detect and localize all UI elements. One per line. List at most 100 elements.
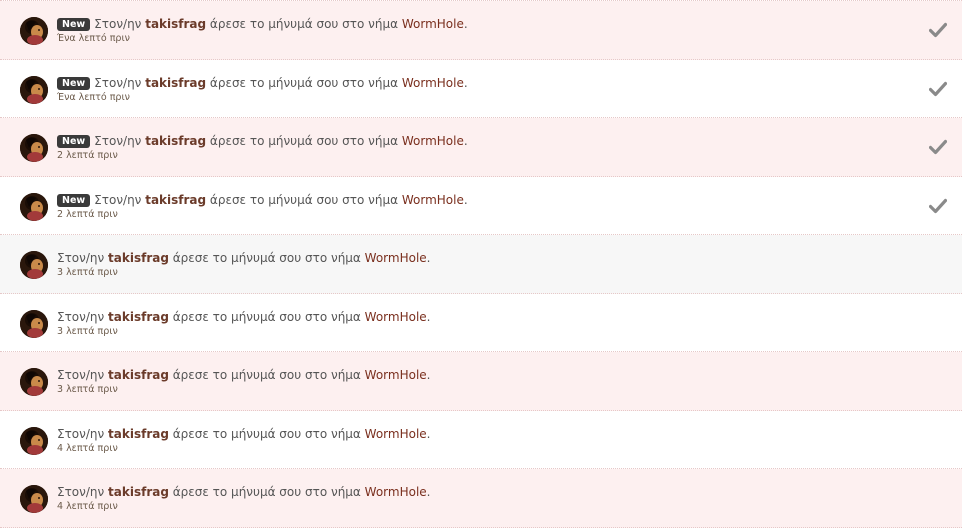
alert-content: New Στον/ην takisfrag άρεσε το μήνυμά σου…	[57, 192, 902, 221]
username-link[interactable]: takisfrag	[145, 193, 206, 207]
username-link[interactable]: takisfrag	[145, 76, 206, 90]
alert-middle: άρεσε το μήνυμά σου στο νήμα	[168, 485, 365, 499]
alert-text: Στον/ην takisfrag άρεσε το μήνυμά σου στ…	[57, 309, 902, 325]
alert-time: 3 λεπτά πριν	[57, 384, 118, 395]
alert-prefix: Στον/ην	[57, 426, 109, 441]
thread-link[interactable]: WormHole	[365, 310, 427, 324]
alert-row-9[interactable]: Στον/ην takisfrag άρεσε το μήνυμά σου στ…	[0, 469, 962, 528]
avatar-image	[20, 17, 48, 45]
alert-time: 4 λεπτά πριν	[57, 501, 118, 512]
alert-time: 2 λεπτά πριν	[57, 150, 118, 161]
alert-text: Στον/ην takisfrag άρεσε το μήνυμά σου στ…	[57, 367, 902, 383]
alert-suffix: .	[463, 134, 468, 148]
username-link[interactable]: takisfrag	[108, 368, 169, 382]
new-badge: New	[57, 193, 91, 207]
thread-link[interactable]: WormHole	[402, 17, 464, 31]
alert-suffix: .	[426, 368, 431, 382]
alert-prefix: Στον/ην	[57, 251, 109, 265]
alert-time: Ένα λεπτό πριν	[57, 91, 130, 103]
avatar[interactable]	[20, 75, 48, 104]
alert-content: Στον/ην takisfrag άρεσε το μήνυμά σου στ…	[57, 367, 902, 396]
avatar-image	[20, 309, 48, 338]
username-link[interactable]: takisfrag	[145, 17, 206, 31]
alert-content: Στον/ην takisfrag άρεσε το μήνυμά σου στ…	[57, 426, 902, 455]
alert-middle: άρεσε το μήνυμά σου στο νήμα	[168, 309, 365, 324]
alert-text: New Στον/ην takisfrag άρεσε το μήνυμά σου…	[57, 16, 902, 32]
alerts-list: New Στον/ην takisfrag άρεσε το μήνυμά σου…	[0, 0, 962, 532]
thread-link[interactable]: WormHole	[402, 76, 464, 90]
username-link[interactable]: takisfrag	[108, 485, 169, 499]
alert-middle: άρεσε το μήνυμά σου στο νήμα	[206, 192, 402, 207]
thread-link[interactable]: WormHole	[402, 134, 464, 148]
alert-time: 4 λεπτά πριν	[57, 442, 118, 454]
alert-prefix: Στον/ην	[94, 192, 146, 207]
alert-row-5[interactable]: Στον/ην takisfrag άρεσε το μήνυμά σου στ…	[0, 235, 962, 294]
alert-text: Στον/ην takisfrag άρεσε το μήνυμά σου στ…	[57, 250, 902, 266]
avatar[interactable]	[20, 368, 48, 396]
alert-row-6[interactable]: Στον/ην takisfrag άρεσε το μήνυμά σου στ…	[0, 293, 962, 352]
avatar[interactable]	[20, 192, 48, 221]
alert-row-4[interactable]: New Στον/ην takisfrag άρεσε το μήνυμά σου…	[0, 176, 962, 235]
alert-content: New Στον/ην takisfrag άρεσε το μήνυμά σου…	[57, 133, 902, 162]
alert-text: New Στον/ην takisfrag άρεσε το μήνυμά σου…	[57, 133, 902, 149]
avatar-image	[20, 251, 48, 279]
alert-prefix: Στον/ην	[94, 134, 146, 148]
username-link[interactable]: takisfrag	[108, 427, 169, 441]
avatar-image	[20, 75, 48, 104]
username-link[interactable]: takisfrag	[145, 134, 206, 148]
alert-content: New Στον/ην takisfrag άρεσε το μήνυμά σου…	[57, 16, 902, 45]
checkmark-icon[interactable]	[929, 139, 947, 155]
avatar[interactable]	[20, 251, 48, 279]
checkmark-icon[interactable]	[929, 198, 947, 214]
alert-middle: άρεσε το μήνυμά σου στο νήμα	[206, 75, 402, 90]
alert-suffix: .	[426, 251, 431, 265]
thread-link[interactable]: WormHole	[402, 193, 464, 207]
thread-link[interactable]: WormHole	[365, 427, 427, 441]
alert-suffix: .	[426, 426, 431, 441]
alert-content: Στον/ην takisfrag άρεσε το μήνυμά σου στ…	[57, 250, 902, 279]
alert-suffix: .	[426, 309, 431, 324]
checkmark-icon[interactable]	[929, 81, 947, 97]
thread-link[interactable]: WormHole	[365, 251, 427, 265]
avatar[interactable]	[20, 426, 48, 455]
alert-middle: άρεσε το μήνυμά σου στο νήμα	[168, 251, 365, 265]
alert-suffix: .	[463, 17, 468, 31]
checkmark-icon[interactable]	[929, 22, 947, 38]
alert-suffix: .	[463, 75, 468, 90]
alert-content: New Στον/ην takisfrag άρεσε το μήνυμά σου…	[57, 75, 902, 104]
alert-suffix: .	[463, 192, 468, 207]
alert-row-7[interactable]: Στον/ην takisfrag άρεσε το μήνυμά σου στ…	[0, 352, 962, 411]
avatar[interactable]	[20, 17, 48, 45]
username-link[interactable]: takisfrag	[108, 310, 169, 324]
alert-content: Στον/ην takisfrag άρεσε το μήνυμά σου στ…	[57, 309, 902, 338]
alert-text: Στον/ην takisfrag άρεσε το μήνυμά σου στ…	[57, 484, 902, 500]
alert-prefix: Στον/ην	[57, 309, 109, 324]
alert-middle: άρεσε το μήνυμά σου στο νήμα	[206, 134, 402, 148]
thread-link[interactable]: WormHole	[365, 368, 427, 382]
alert-middle: άρεσε το μήνυμά σου στο νήμα	[206, 17, 402, 31]
alert-row-1[interactable]: New Στον/ην takisfrag άρεσε το μήνυμά σου…	[0, 1, 962, 60]
alert-row-8[interactable]: Στον/ην takisfrag άρεσε το μήνυμά σου στ…	[0, 410, 962, 469]
avatar-image	[20, 368, 48, 396]
alert-row-2[interactable]: New Στον/ην takisfrag άρεσε το μήνυμά σου…	[0, 59, 962, 118]
alert-text: Στον/ην takisfrag άρεσε το μήνυμά σου στ…	[57, 426, 902, 442]
avatar-image	[20, 426, 48, 455]
alert-time: Ένα λεπτό πριν	[57, 33, 130, 44]
alert-prefix: Στον/ην	[94, 17, 146, 31]
alert-text: New Στον/ην takisfrag άρεσε το μήνυμά σου…	[57, 192, 902, 208]
username-link[interactable]: takisfrag	[108, 251, 169, 265]
avatar[interactable]	[20, 309, 48, 338]
alert-row-3[interactable]: New Στον/ην takisfrag άρεσε το μήνυμά σου…	[0, 118, 962, 177]
alert-prefix: Στον/ην	[94, 75, 146, 90]
alert-suffix: .	[426, 485, 431, 499]
alert-text: New Στον/ην takisfrag άρεσε το μήνυμά σου…	[57, 75, 902, 91]
avatar-image	[20, 192, 48, 221]
new-badge: New	[57, 76, 91, 90]
avatar[interactable]	[20, 134, 48, 162]
alert-prefix: Στον/ην	[57, 485, 109, 499]
avatar-image	[20, 485, 48, 513]
avatar[interactable]	[20, 485, 48, 513]
alert-content: Στον/ην takisfrag άρεσε το μήνυμά σου στ…	[57, 484, 902, 513]
alert-time: 3 λεπτά πριν	[57, 325, 118, 337]
thread-link[interactable]: WormHole	[365, 485, 427, 499]
